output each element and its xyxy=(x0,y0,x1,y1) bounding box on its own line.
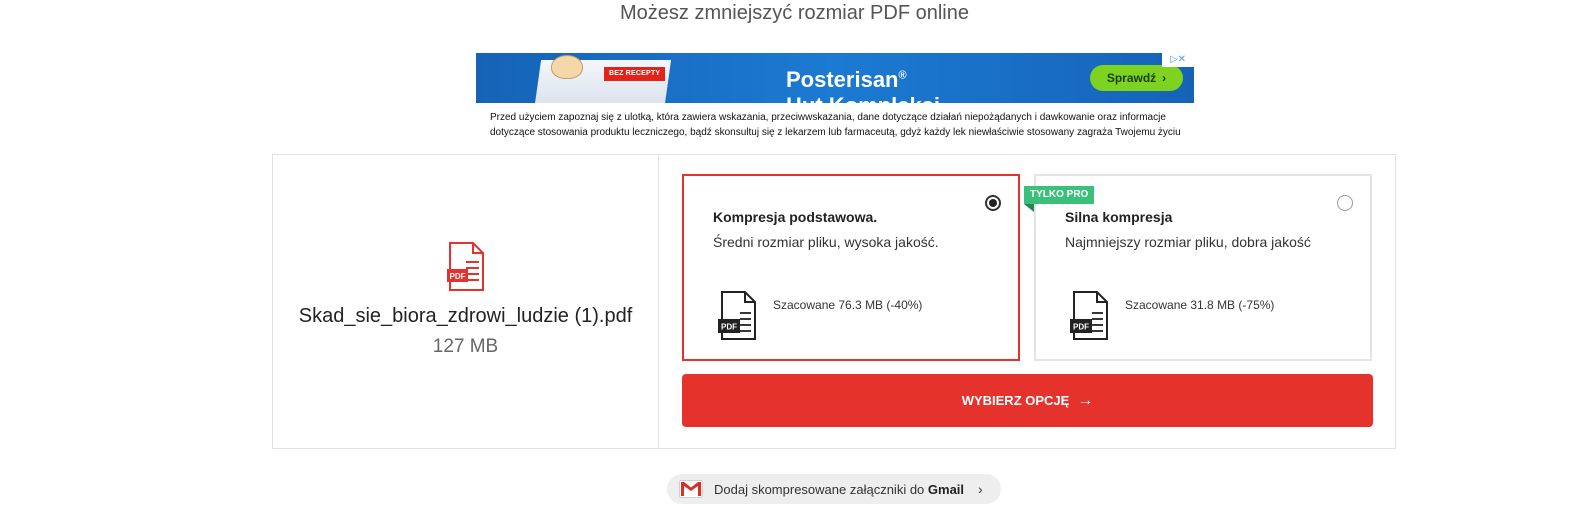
ad-tag: BEZ RECEPTY xyxy=(604,67,666,81)
option-description: Średni rozmiar pliku, wysoka jakość. xyxy=(713,234,939,250)
compression-panel: PDF Skad_sie_biora_zdrowi_ludzie (1).pdf… xyxy=(272,154,1396,449)
option-title: Silna kompresja xyxy=(1065,209,1173,225)
pdf-file-icon: PDF xyxy=(1070,291,1108,340)
radio-strong-unselected[interactable] xyxy=(1337,195,1353,211)
radio-basic-selected[interactable] xyxy=(985,195,1001,211)
option-basic-compression[interactable]: Kompresja podstawowa. Średni rozmiar pli… xyxy=(682,174,1020,361)
size-estimate: Szacowane 76.3 MB (-40%) xyxy=(773,298,923,312)
advertisement[interactable]: BEZ RECEPTY Posterisan® Hut Kompleksi Sp… xyxy=(476,53,1194,142)
ad-brand-sub: Hut Kompleksi xyxy=(786,93,940,103)
svg-text:PDF: PDF xyxy=(450,272,466,281)
ad-cta-button[interactable]: Sprawdź › xyxy=(1090,65,1183,91)
chevron-right-icon: › xyxy=(1162,71,1167,85)
file-name: Skad_sie_biora_zdrowi_ludzie (1).pdf xyxy=(298,305,633,327)
gmail-text-label: Dodaj skompresowane załączniki do xyxy=(714,481,925,497)
ad-brand-name: Posterisan xyxy=(786,67,899,92)
file-info: PDF Skad_sie_biora_zdrowi_ludzie (1).pdf… xyxy=(273,155,659,448)
ad-choices-icon[interactable]: ▷✕ xyxy=(1162,53,1194,67)
gmail-attachments-button[interactable]: Dodaj skompresowane załączniki do Gmail … xyxy=(667,474,1001,504)
gmail-text: Dodaj skompresowane załączniki do Gmail xyxy=(714,482,964,497)
ad-mascot-image xyxy=(551,55,583,79)
ad-disclaimer: Przed użyciem zapoznaj się z ulotką, któ… xyxy=(490,112,1181,138)
option-description: Najmniejszy rozmiar pliku, dobra jakość xyxy=(1065,234,1311,250)
gmail-brand: Gmail xyxy=(927,481,965,497)
pro-badge-fold xyxy=(1024,204,1034,212)
svg-text:PDF: PDF xyxy=(1073,323,1089,332)
choose-option-button[interactable]: WYBIERZ OPCJĘ → xyxy=(682,374,1373,427)
pro-badge: TYLKO PRO xyxy=(1024,186,1095,204)
file-size: 127 MB xyxy=(432,336,499,357)
svg-text:PDF: PDF xyxy=(721,323,737,332)
ad-brand: Posterisan® xyxy=(786,67,907,93)
page-subtitle: Możesz zmniejszyć rozmiar PDF online xyxy=(620,2,969,24)
ad-cta-label: Sprawdź xyxy=(1106,71,1157,85)
pdf-file-icon: PDF xyxy=(447,242,484,291)
pdf-file-icon: PDF xyxy=(718,291,756,340)
choose-option-label: WYBIERZ OPCJĘ xyxy=(961,393,1070,408)
size-estimate: Szacowane 31.8 MB (-75%) xyxy=(1125,298,1275,312)
option-title: Kompresja podstawowa. xyxy=(713,209,878,225)
gmail-icon xyxy=(679,480,703,498)
ad-brand-mark: ® xyxy=(898,69,907,82)
option-strong-compression[interactable]: TYLKO PRO Silna kompresja Najmniejszy ro… xyxy=(1024,174,1372,361)
ad-banner[interactable]: BEZ RECEPTY Posterisan® Hut Kompleksi Sp… xyxy=(476,53,1194,103)
chevron-right-icon: › xyxy=(978,481,983,497)
arrow-right-icon: → xyxy=(1077,391,1094,409)
